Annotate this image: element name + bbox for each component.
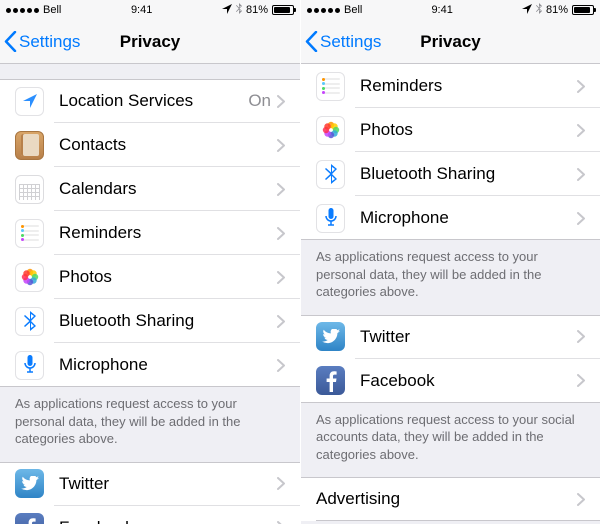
chevron-right-icon: [277, 183, 285, 196]
row-label: Photos: [360, 120, 577, 140]
bluetooth-status-icon: [236, 3, 242, 17]
chevron-right-icon: [577, 374, 585, 387]
row-label: Bluetooth Sharing: [360, 164, 577, 184]
row-label: Microphone: [360, 208, 577, 228]
settings-content[interactable]: Reminders Photos Bluetooth Sharing Micro…: [301, 64, 600, 524]
row-label: Contacts: [59, 135, 277, 155]
nav-bar: Settings Privacy: [301, 20, 600, 64]
nav-title: Privacy: [120, 32, 181, 52]
carrier-label: Bell: [43, 4, 61, 16]
microphone-icon: [316, 204, 345, 233]
row-twitter[interactable]: Twitter: [0, 462, 300, 506]
group-footer: As applications request access to your s…: [301, 403, 600, 478]
reminders-icon: [15, 219, 44, 248]
row-location-services[interactable]: Location Services On: [0, 79, 300, 123]
row-facebook[interactable]: Facebook: [0, 506, 300, 524]
chevron-right-icon: [577, 493, 585, 506]
row-photos[interactable]: Photos: [0, 255, 300, 299]
photos-icon: [316, 116, 345, 145]
row-bluetooth-sharing[interactable]: Bluetooth Sharing: [301, 152, 600, 196]
row-label: Facebook: [59, 518, 277, 524]
row-label: Reminders: [59, 223, 277, 243]
chevron-right-icon: [277, 95, 285, 108]
chevron-left-icon: [305, 31, 318, 52]
row-advertising[interactable]: Advertising: [301, 477, 600, 521]
chevron-right-icon: [277, 227, 285, 240]
twitter-icon: [15, 469, 44, 498]
reminders-icon: [316, 72, 345, 101]
bluetooth-status-icon: [536, 3, 542, 17]
row-value: On: [248, 91, 271, 111]
row-bluetooth-sharing[interactable]: Bluetooth Sharing: [0, 299, 300, 343]
bluetooth-icon: [316, 160, 345, 189]
nav-title: Privacy: [420, 32, 481, 52]
chevron-right-icon: [277, 359, 285, 372]
back-label: Settings: [19, 32, 80, 52]
row-label: Photos: [59, 267, 277, 287]
group-footer: As applications request access to your p…: [0, 387, 300, 462]
row-calendars[interactable]: Calendars: [0, 167, 300, 211]
row-label: Bluetooth Sharing: [59, 311, 277, 331]
nav-bar: Settings Privacy: [0, 20, 300, 64]
group-footer: As applications request access to your p…: [301, 240, 600, 315]
location-arrow-icon: [222, 4, 232, 17]
chevron-right-icon: [577, 124, 585, 137]
signal-dots-icon: [307, 8, 340, 13]
chevron-right-icon: [277, 271, 285, 284]
row-label: Facebook: [360, 371, 577, 391]
location-arrow-icon: [522, 4, 532, 17]
calendar-icon: [15, 175, 44, 204]
battery-icon: [272, 5, 294, 15]
row-facebook[interactable]: Facebook: [301, 359, 600, 403]
status-time: 9:41: [431, 4, 452, 16]
screen-left: Bell 9:41 81% Settings Privacy Location …: [0, 0, 300, 524]
facebook-icon: [15, 513, 44, 524]
battery-pct: 81%: [246, 4, 268, 16]
row-microphone[interactable]: Microphone: [301, 196, 600, 240]
chevron-right-icon: [277, 477, 285, 490]
bluetooth-icon: [15, 307, 44, 336]
row-reminders[interactable]: Reminders: [301, 64, 600, 108]
status-bar: Bell 9:41 81%: [0, 0, 300, 20]
settings-content[interactable]: Location Services On Contacts Calendars …: [0, 64, 300, 524]
row-label: Twitter: [59, 474, 277, 494]
microphone-icon: [15, 351, 44, 380]
row-contacts[interactable]: Contacts: [0, 123, 300, 167]
row-twitter[interactable]: Twitter: [301, 315, 600, 359]
back-button[interactable]: Settings: [305, 31, 381, 52]
back-label: Settings: [320, 32, 381, 52]
battery-icon: [572, 5, 594, 15]
chevron-left-icon: [4, 31, 17, 52]
chevron-right-icon: [577, 212, 585, 225]
row-label: Advertising: [316, 489, 577, 509]
row-label: Calendars: [59, 179, 277, 199]
battery-pct: 81%: [546, 4, 568, 16]
row-microphone[interactable]: Microphone: [0, 343, 300, 387]
signal-dots-icon: [6, 8, 39, 13]
back-button[interactable]: Settings: [4, 31, 80, 52]
row-label: Microphone: [59, 355, 277, 375]
screen-right: Bell 9:41 81% Settings Privacy Reminders…: [300, 0, 600, 524]
row-reminders[interactable]: Reminders: [0, 211, 300, 255]
chevron-right-icon: [277, 315, 285, 328]
row-label: Twitter: [360, 327, 577, 347]
location-icon: [15, 87, 44, 116]
row-label: Location Services: [59, 91, 248, 111]
status-time: 9:41: [131, 4, 152, 16]
row-photos[interactable]: Photos: [301, 108, 600, 152]
contacts-icon: [15, 131, 44, 160]
chevron-right-icon: [577, 80, 585, 93]
chevron-right-icon: [277, 139, 285, 152]
chevron-right-icon: [577, 168, 585, 181]
twitter-icon: [316, 322, 345, 351]
chevron-right-icon: [577, 330, 585, 343]
photos-icon: [15, 263, 44, 292]
facebook-icon: [316, 366, 345, 395]
row-label: Reminders: [360, 76, 577, 96]
carrier-label: Bell: [344, 4, 362, 16]
status-bar: Bell 9:41 81%: [301, 0, 600, 20]
